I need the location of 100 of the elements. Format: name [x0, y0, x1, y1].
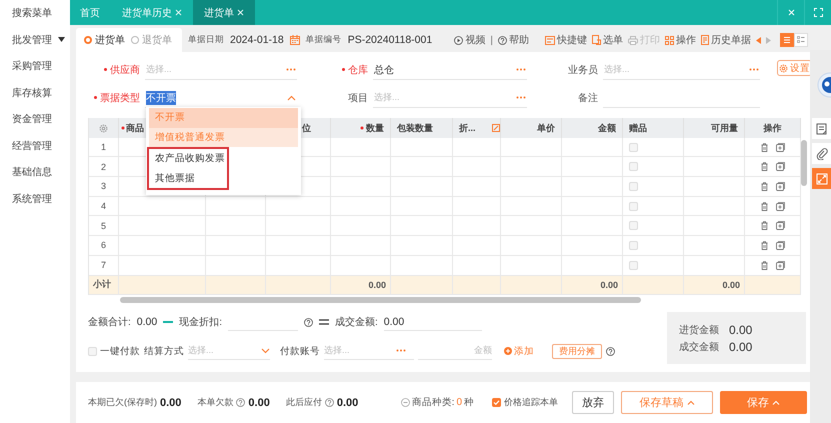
- close-icon[interactable]: [237, 9, 244, 16]
- trash-icon[interactable]: [760, 162, 768, 172]
- row-number: 4: [89, 196, 119, 216]
- chevron-up-icon: [686, 400, 694, 405]
- table-cell: [206, 276, 266, 296]
- more-icon: [516, 68, 526, 71]
- scrollbar[interactable]: [120, 296, 641, 303]
- checkbox[interactable]: [492, 398, 501, 407]
- help-icon: [606, 346, 615, 356]
- menu-item[interactable]: 基础信息: [0, 159, 70, 186]
- menu-item[interactable]: 库存核算: [0, 80, 70, 106]
- copy-icon[interactable]: [776, 260, 784, 270]
- column-header: 位: [302, 122, 311, 134]
- menu-item[interactable]: 批发管理: [0, 26, 70, 53]
- radio-button[interactable]: 进货单: [84, 33, 125, 47]
- column-header: 金额: [598, 122, 616, 134]
- menu-item[interactable]: 采购管理: [0, 53, 70, 80]
- table-cell: [501, 276, 562, 296]
- row-number: 5: [89, 216, 119, 236]
- help-icon: [236, 398, 246, 407]
- table-cell: 0.00: [684, 276, 745, 296]
- trash-icon[interactable]: [760, 260, 768, 270]
- tab[interactable]: 进货单: [193, 0, 255, 25]
- menu-item[interactable]: 资金管理: [0, 106, 70, 132]
- amount-value: 0.00: [136, 316, 158, 328]
- toolbar-button[interactable]: 选单: [592, 33, 623, 47]
- document-icon: [592, 35, 601, 45]
- stat-value: 0: [456, 397, 462, 408]
- copy-icon[interactable]: [776, 202, 784, 211]
- note-icon: [816, 122, 828, 134]
- input-field[interactable]: 0.00: [384, 313, 482, 332]
- field-value[interactable]: PS-20240118-001: [348, 34, 432, 46]
- row-number: 3: [89, 177, 119, 197]
- close-icon[interactable]: [175, 9, 182, 16]
- field-label: 备注: [578, 92, 598, 105]
- action-button[interactable]: 放弃: [572, 391, 614, 414]
- more-icon: [749, 68, 759, 71]
- field-label: 仓库: [342, 63, 368, 77]
- dropdown-option[interactable]: 其他票据: [149, 168, 227, 188]
- side-tool-button[interactable]: [812, 118, 831, 139]
- side-tool-button[interactable]: [812, 143, 831, 164]
- column-header: 单价: [537, 122, 555, 134]
- menu-item[interactable]: 经营管理: [0, 132, 70, 159]
- menu-item[interactable]: 搜索菜单: [0, 0, 70, 26]
- copy-icon[interactable]: [776, 221, 784, 230]
- paperclip-icon: [816, 148, 828, 160]
- trash-icon[interactable]: [760, 221, 768, 230]
- printer-icon: [628, 36, 638, 44]
- checkbox-label: 价格追踪本单: [504, 396, 558, 409]
- play-icon: [454, 36, 464, 44]
- list-view-button[interactable]: [780, 33, 794, 47]
- stat-value: 0.00: [248, 396, 270, 408]
- table-cell: [266, 276, 331, 296]
- required-icon: [360, 126, 364, 130]
- stat-label: 商品种类:: [412, 396, 454, 409]
- input-field[interactable]: 总仓: [373, 60, 527, 80]
- trash-icon[interactable]: [760, 142, 768, 152]
- side-tool-button[interactable]: [812, 168, 831, 189]
- trash-icon[interactable]: [760, 240, 768, 250]
- toolbar-button[interactable]: 视频: [454, 33, 486, 47]
- column-header: 操作: [764, 122, 782, 134]
- summary-label: 成交金额: [679, 340, 719, 354]
- copy-icon[interactable]: [776, 162, 784, 172]
- table-cell: [453, 276, 501, 296]
- fullscreen-icon[interactable]: [814, 8, 822, 17]
- menu-item[interactable]: 系统管理: [0, 186, 70, 212]
- toolbar-button[interactable]: 快捷键: [545, 33, 587, 47]
- copy-icon[interactable]: [776, 240, 784, 250]
- field-label: 单据日期: [188, 34, 224, 46]
- previous-icon[interactable]: [756, 36, 761, 44]
- caret-down-icon: [58, 37, 65, 42]
- table-cell: 0.00: [562, 276, 623, 296]
- scrollbar[interactable]: [801, 140, 807, 186]
- add-icon: [504, 347, 512, 356]
- list-icon: [783, 36, 791, 44]
- next-icon[interactable]: [766, 36, 771, 44]
- trash-icon[interactable]: [760, 202, 768, 211]
- toolbar-button[interactable]: 操作: [665, 33, 696, 47]
- table-cell: [206, 196, 266, 216]
- chevron-up-icon: [772, 400, 780, 405]
- toolbar-button[interactable]: 历史单据: [701, 33, 751, 47]
- column-header: 可用量: [711, 122, 738, 134]
- column-header: 数量: [366, 122, 384, 134]
- field-label: 供应商: [104, 63, 140, 77]
- edit-icon[interactable]: [492, 124, 500, 132]
- calendar-icon: [290, 35, 300, 45]
- field-label: 付款账号: [280, 344, 320, 358]
- detail-view-button[interactable]: [794, 33, 808, 47]
- help-icon: [498, 36, 507, 44]
- trash-icon[interactable]: [760, 182, 768, 191]
- toolbar-button[interactable]: 帮助: [498, 33, 529, 47]
- copy-icon[interactable]: [776, 142, 784, 152]
- document-icon: [701, 35, 709, 45]
- separator: |: [490, 34, 493, 46]
- dropdown-option[interactable]: 农产品收购发票: [149, 149, 227, 168]
- help-icon: [324, 398, 334, 407]
- row-number: 2: [89, 157, 119, 178]
- field-value[interactable]: 2024-01-18: [230, 34, 284, 46]
- column-header: 赠品: [629, 122, 647, 134]
- copy-icon[interactable]: [776, 182, 784, 191]
